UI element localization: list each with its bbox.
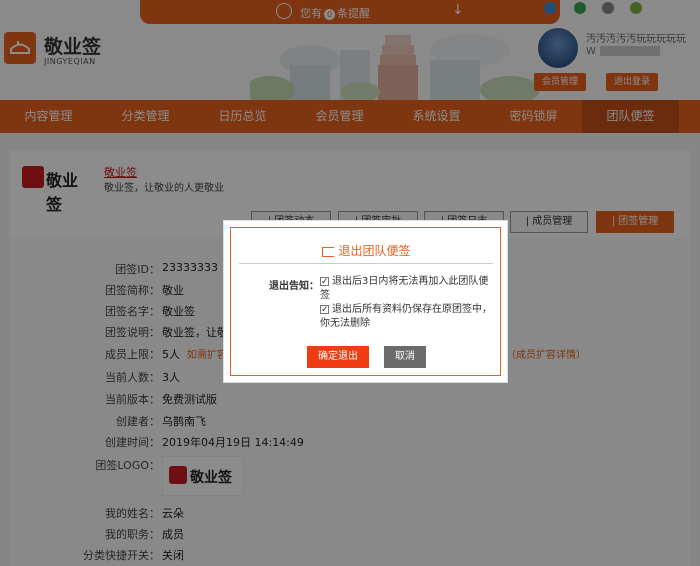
dialog-title: 退出团队便签 <box>231 242 502 259</box>
checkbox-checked-icon[interactable] <box>320 303 329 317</box>
checkbox-checked-icon[interactable] <box>320 275 329 289</box>
exit-icon <box>322 246 335 257</box>
cancel-button[interactable]: 取消 <box>384 346 426 368</box>
confirm-exit-button[interactable]: 确定退出 <box>307 346 369 368</box>
exit-notice-item-2[interactable]: 退出后所有资料仍保存在原团签中，你无法删除 <box>320 303 492 331</box>
exit-notice-label: 退出告知： <box>269 281 319 292</box>
exit-team-dialog-frame: 退出团队便签 退出告知： 退出后3日内将无法再加入此团队便签 退出后所有资料仍保… <box>230 227 501 376</box>
exit-notice-item-1[interactable]: 退出后3日内将无法再加入此团队便签 <box>320 275 490 303</box>
exit-team-dialog: 退出团队便签 退出告知： 退出后3日内将无法再加入此团队便签 退出后所有资料仍保… <box>223 220 508 383</box>
divider <box>239 263 493 264</box>
